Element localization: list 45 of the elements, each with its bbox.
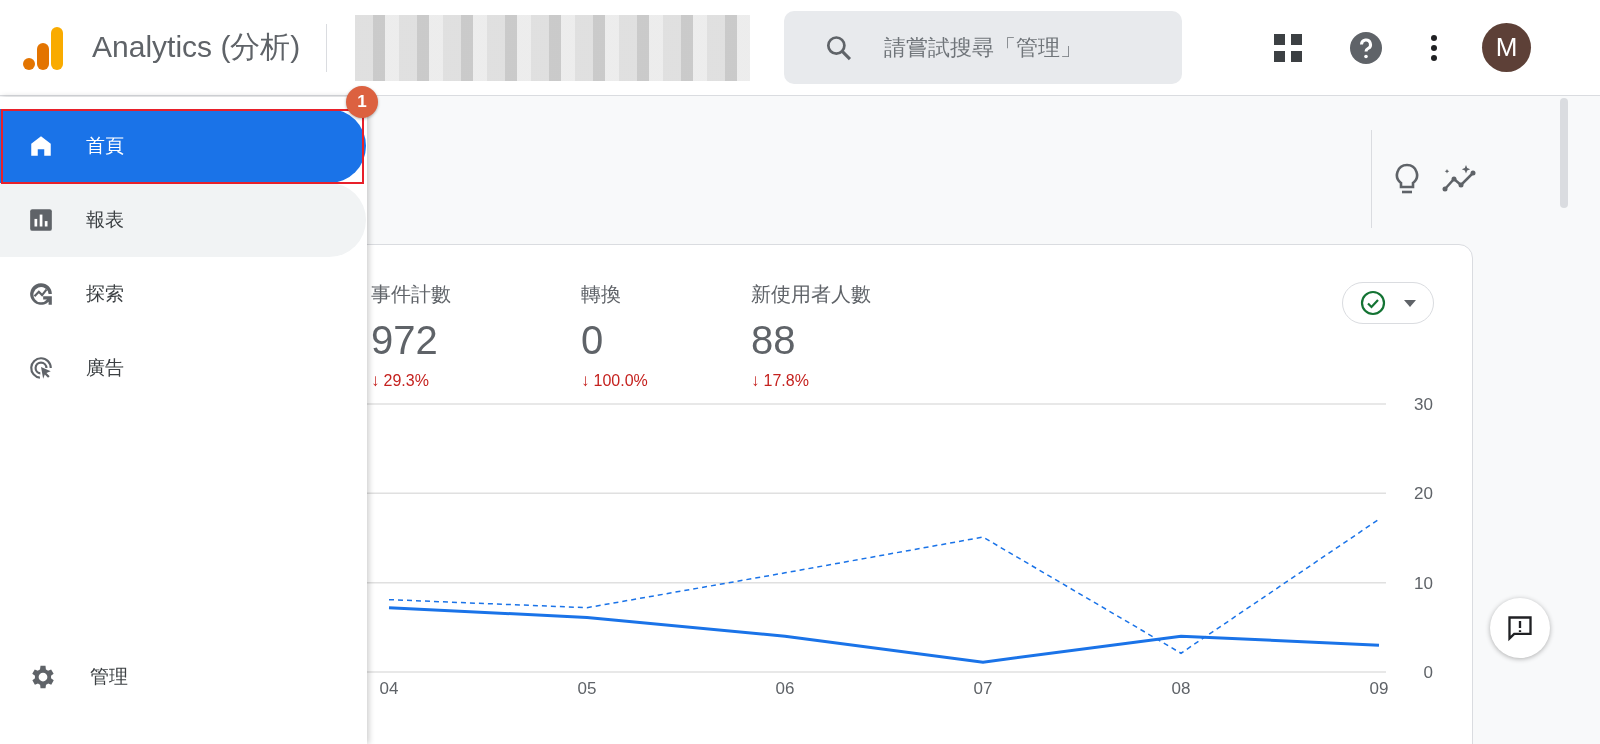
feedback-icon	[1506, 614, 1534, 642]
y-axis-label: 20	[1414, 484, 1433, 504]
bar-chart-icon	[28, 207, 54, 233]
nav-item[interactable]: 首頁	[0, 109, 366, 183]
y-axis-label: 0	[1423, 663, 1433, 682]
metric-value: 972	[371, 318, 439, 363]
more-vertical-icon[interactable]	[1430, 33, 1438, 62]
metric-label: 事件計數	[371, 282, 452, 307]
check-circle-icon	[1360, 290, 1386, 316]
arrow-icon: ↓	[751, 371, 760, 391]
y-axis-label: 30	[1414, 397, 1433, 414]
x-axis-label: 08	[1171, 679, 1191, 697]
search-input[interactable]: 請嘗試搜尋「管理」	[882, 33, 1183, 62]
admin-nav-item[interactable]: 管理	[0, 640, 367, 714]
feedback-button[interactable]	[1490, 598, 1550, 658]
cursor-target-icon	[28, 355, 54, 381]
arrow-icon: ↓	[581, 371, 590, 391]
x-axis-label: 07	[973, 679, 993, 697]
metric-change: 17.8%	[763, 372, 809, 390]
y-axis-label: 10	[1414, 573, 1433, 593]
x-axis-label: 09	[1369, 679, 1389, 697]
metric-value: 88	[751, 318, 797, 363]
scrollbar[interactable]	[1560, 98, 1568, 208]
metric-change: 100.0%	[593, 372, 648, 390]
metric-change: 29.3%	[383, 372, 429, 390]
nav-item[interactable]: 報表	[0, 183, 366, 257]
bar-chart-logo	[22, 24, 64, 71]
metric-value: 0	[581, 318, 605, 363]
sparkle-trend-icon[interactable]	[1442, 165, 1478, 193]
user-avatar[interactable]: M	[1482, 23, 1531, 72]
product-name: Analytics (分析)	[92, 29, 301, 65]
status-dropdown[interactable]	[1342, 282, 1434, 324]
arrow-icon: ↓	[371, 371, 380, 391]
x-axis-label: 06	[775, 679, 795, 697]
lightbulb-icon[interactable]	[1394, 163, 1420, 195]
nav-item[interactable]: 探索	[0, 257, 366, 331]
x-axis-label: 04	[379, 679, 399, 697]
help-icon[interactable]	[1350, 31, 1382, 64]
search-field[interactable]: 請嘗試搜尋「管理」	[784, 11, 1183, 84]
metric-label: 新使用者人數	[751, 282, 872, 307]
nav-item[interactable]: 廣告	[0, 331, 366, 405]
metric-label: 轉換	[581, 282, 622, 307]
caret-icon	[1404, 299, 1416, 307]
apps-grid-icon[interactable]	[1274, 33, 1302, 62]
x-axis-label: 05	[577, 679, 597, 697]
